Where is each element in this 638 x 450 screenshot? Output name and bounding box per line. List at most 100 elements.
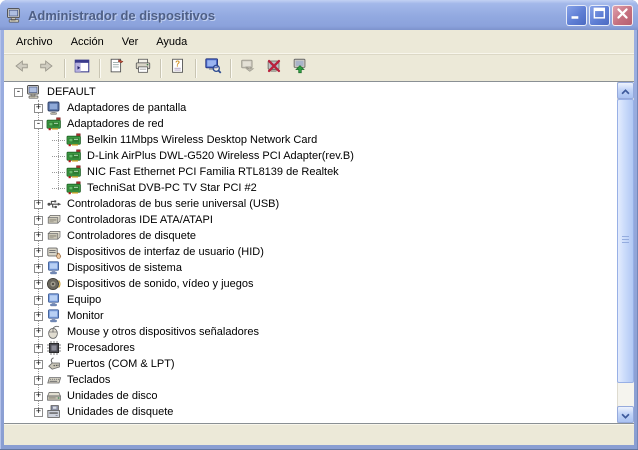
expand-icon[interactable]: + xyxy=(32,327,45,337)
tree-item[interactable]: + Dispositivos de interfaz de usuario (HI… xyxy=(4,244,617,260)
tree-item[interactable]: + Unidades de disco xyxy=(4,388,617,404)
tree-item[interactable]: + Teclados xyxy=(4,372,617,388)
console-tree-button[interactable] xyxy=(69,57,95,80)
tree-item[interactable]: + Unidades de disquete xyxy=(4,404,617,420)
tree-item-label[interactable]: Puertos (COM & LPT) xyxy=(65,357,177,371)
tree-item[interactable]: - DEFAULT xyxy=(4,84,617,100)
tree-item-label[interactable]: DEFAULT xyxy=(45,85,98,99)
close-button[interactable] xyxy=(612,4,633,26)
tree-item-label[interactable]: Equipo xyxy=(65,293,103,307)
expand-icon[interactable]: + xyxy=(32,231,45,241)
processor-icon xyxy=(46,340,62,356)
disk-drive-icon xyxy=(46,388,62,404)
enable-device-button[interactable] xyxy=(287,57,313,80)
expand-icon[interactable]: + xyxy=(32,311,45,321)
tree-item[interactable]: + Controladoras IDE ATA/ATAPI xyxy=(4,212,617,228)
update-driver-icon xyxy=(239,57,257,80)
help-button[interactable]: ? xyxy=(165,57,191,80)
tree-item[interactable]: Belkin 11Mbps Wireless Desktop Network C… xyxy=(4,132,617,148)
svg-text:?: ? xyxy=(175,59,180,68)
expand-icon[interactable]: + xyxy=(32,263,45,273)
expand-icon[interactable]: + xyxy=(32,103,45,113)
menu-ver[interactable]: Ver xyxy=(113,32,148,52)
display-adapter-icon xyxy=(46,100,62,116)
expand-icon[interactable]: + xyxy=(32,375,45,385)
tree-item-label[interactable]: Controladores de disquete xyxy=(65,229,198,243)
back-icon xyxy=(12,57,30,80)
menu-archivo[interactable]: Archivo xyxy=(7,32,62,52)
expand-icon[interactable]: + xyxy=(32,199,45,209)
tree-item[interactable]: + Monitor xyxy=(4,308,617,324)
scan-hardware-button[interactable] xyxy=(200,57,226,80)
tree-item-label[interactable]: Dispositivos de sonido, vídeo y juegos xyxy=(65,277,256,291)
uninstall-icon xyxy=(265,57,283,80)
tree-item[interactable]: + Dispositivos de sistema xyxy=(4,260,617,276)
tree-item[interactable]: + Dispositivos de sonido, vídeo y juegos xyxy=(4,276,617,292)
network-adapter-icon xyxy=(66,180,82,196)
tree-item-label[interactable]: Mouse y otros dispositivos señaladores xyxy=(65,325,261,339)
tree-item[interactable]: + Procesadores xyxy=(4,340,617,356)
tree-item[interactable]: TechniSat DVB-PC TV Star PCI #2 xyxy=(4,180,617,196)
expand-icon[interactable]: + xyxy=(32,359,45,369)
properties-button[interactable] xyxy=(104,57,130,80)
tree-item-label[interactable]: D-Link AirPlus DWL-G520 Wireless PCI Ada… xyxy=(85,149,356,163)
tree-item-label[interactable]: Controladoras IDE ATA/ATAPI xyxy=(65,213,215,227)
toolbar-separator xyxy=(195,58,196,78)
expand-icon[interactable]: + xyxy=(32,391,45,401)
tree-item[interactable]: + Equipo xyxy=(4,292,617,308)
tree-item-label[interactable]: Dispositivos de interfaz de usuario (HID… xyxy=(65,245,266,259)
tree-item-label[interactable]: TechniSat DVB-PC TV Star PCI #2 xyxy=(85,181,259,195)
maximize-button[interactable] xyxy=(589,4,610,26)
scrollbar-thumb[interactable] xyxy=(617,99,634,383)
tree-item-label[interactable]: NIC Fast Ethernet PCI Familia RTL8139 de… xyxy=(85,165,341,179)
system-device-icon xyxy=(46,260,62,276)
tree-item-label[interactable]: Procesadores xyxy=(65,341,137,355)
tree-item[interactable]: + Adaptadores de pantalla xyxy=(4,100,617,116)
tree-item-label[interactable]: Controladoras de bus serie universal (US… xyxy=(65,197,281,211)
tree-item[interactable]: D-Link AirPlus DWL-G520 Wireless PCI Ada… xyxy=(4,148,617,164)
tree-item-label[interactable]: Dispositivos de sistema xyxy=(65,261,184,275)
print-button[interactable] xyxy=(130,57,156,80)
tree-item[interactable]: + Mouse y otros dispositivos señaladores xyxy=(4,324,617,340)
expand-icon[interactable]: + xyxy=(32,279,45,289)
update-driver-button[interactable] xyxy=(235,57,261,80)
maximize-icon xyxy=(590,4,609,26)
toolbar: ? xyxy=(4,55,634,81)
vertical-scrollbar[interactable] xyxy=(617,82,634,423)
floppy-controller-icon xyxy=(46,228,62,244)
tree-item-label[interactable]: Adaptadores de pantalla xyxy=(65,101,188,115)
properties-icon xyxy=(108,57,126,80)
expand-icon[interactable]: + xyxy=(32,247,45,257)
tree-item[interactable]: - Adaptadores de red xyxy=(4,116,617,132)
scroll-down-icon[interactable] xyxy=(617,406,634,423)
tree-item-label[interactable]: Belkin 11Mbps Wireless Desktop Network C… xyxy=(85,133,319,147)
scroll-up-icon[interactable] xyxy=(617,82,634,99)
tree-item-label[interactable]: Teclados xyxy=(65,373,112,387)
tree-item[interactable]: + Puertos (COM & LPT) xyxy=(4,356,617,372)
forward-button[interactable] xyxy=(34,57,60,80)
tree-item-label[interactable]: Adaptadores de red xyxy=(65,117,166,131)
tree-item[interactable]: + Controladoras de bus serie universal (U… xyxy=(4,196,617,212)
scroll-down-icon xyxy=(621,406,630,424)
collapse-icon[interactable]: - xyxy=(32,119,45,129)
uninstall-button[interactable] xyxy=(261,57,287,80)
status-bar xyxy=(4,424,634,445)
collapse-icon[interactable]: - xyxy=(12,87,25,97)
window-chrome: Archivo Acción Ver Ayuda ? - DEFAULT + Adaptad… xyxy=(4,30,634,445)
tree-item-label[interactable]: Monitor xyxy=(65,309,106,323)
tree-item-label[interactable]: Unidades de disco xyxy=(65,389,160,403)
expand-icon[interactable]: + xyxy=(32,295,45,305)
expand-icon[interactable]: + xyxy=(32,407,45,417)
expand-icon[interactable]: + xyxy=(32,215,45,225)
expand-icon[interactable]: + xyxy=(32,343,45,353)
minimize-button[interactable] xyxy=(566,4,587,26)
port-icon xyxy=(46,356,62,372)
device-tree: - DEFAULT + Adaptadores de pantalla - Adaptad… xyxy=(4,82,617,423)
tree-item-label[interactable]: Unidades de disquete xyxy=(65,405,175,419)
tree-item[interactable]: NIC Fast Ethernet PCI Familia RTL8139 de… xyxy=(4,164,617,180)
device-tree-panel: - DEFAULT + Adaptadores de pantalla - Adaptad… xyxy=(4,81,634,424)
back-button[interactable] xyxy=(8,57,34,80)
menu-ayuda[interactable]: Ayuda xyxy=(147,32,196,52)
menu-accion[interactable]: Acción xyxy=(62,32,113,52)
tree-item[interactable]: + Controladores de disquete xyxy=(4,228,617,244)
